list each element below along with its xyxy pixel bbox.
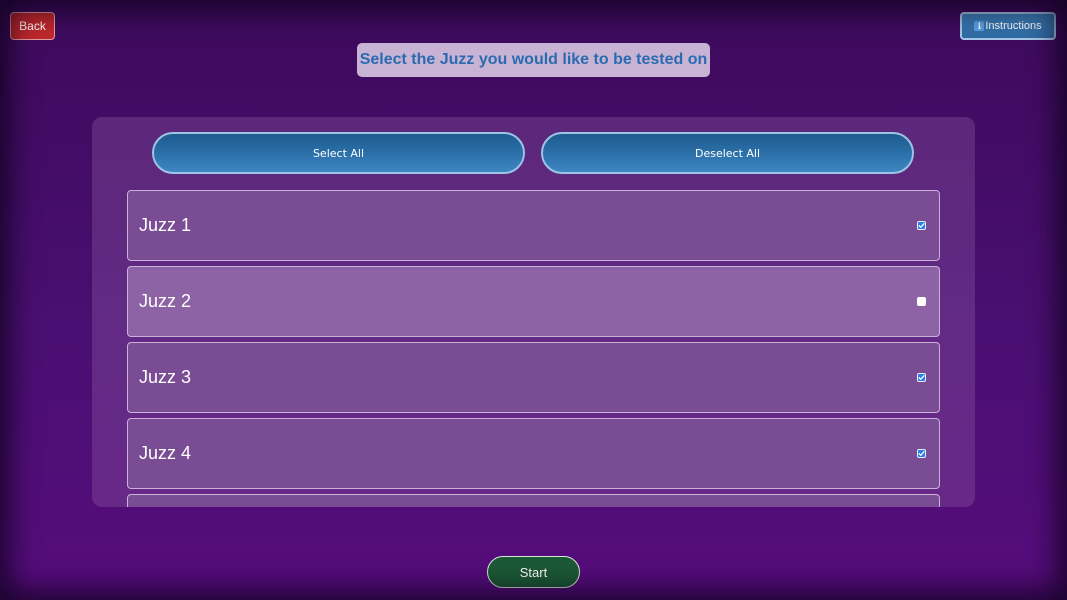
juzz-item-1[interactable]: Juzz 1	[127, 190, 940, 261]
instructions-label: Instructions	[985, 20, 1042, 32]
juzz-item-checkbox[interactable]	[917, 297, 926, 306]
juzz-item-label: Juzz 1	[139, 215, 192, 235]
instructions-button[interactable]: i Instructions	[960, 12, 1056, 40]
juzz-item-label: Juzz 3	[139, 367, 192, 387]
start-button[interactable]: Start	[487, 556, 580, 588]
juzz-list[interactable]: Juzz 1 Juzz 2 Juzz 3 Juzz 4	[127, 190, 940, 507]
juzz-item-5[interactable]	[127, 494, 940, 507]
juzz-item-checkbox[interactable]	[917, 221, 926, 230]
juzz-item-label: Juzz 2	[139, 291, 192, 311]
juzz-selection-panel: Select All Deselect All Juzz 1 Juzz 2 Ju…	[92, 117, 975, 507]
juzz-item-label: Juzz 4	[139, 443, 192, 463]
checkmark-icon	[918, 375, 925, 380]
juzz-item-checkbox[interactable]	[917, 449, 926, 458]
page-title: Select the Juzz you would like to be tes…	[357, 43, 710, 77]
juzz-item-checkbox[interactable]	[917, 373, 926, 382]
juzz-item-3[interactable]: Juzz 3	[127, 342, 940, 413]
juzz-item-2[interactable]: Juzz 2	[127, 266, 940, 337]
checkmark-icon	[918, 223, 925, 228]
back-button[interactable]: Back	[10, 12, 55, 40]
info-icon: i	[974, 21, 985, 31]
juzz-item-4[interactable]: Juzz 4	[127, 418, 940, 489]
select-all-button[interactable]: Select All	[152, 132, 525, 174]
checkmark-icon	[918, 451, 925, 456]
deselect-all-button[interactable]: Deselect All	[541, 132, 914, 174]
